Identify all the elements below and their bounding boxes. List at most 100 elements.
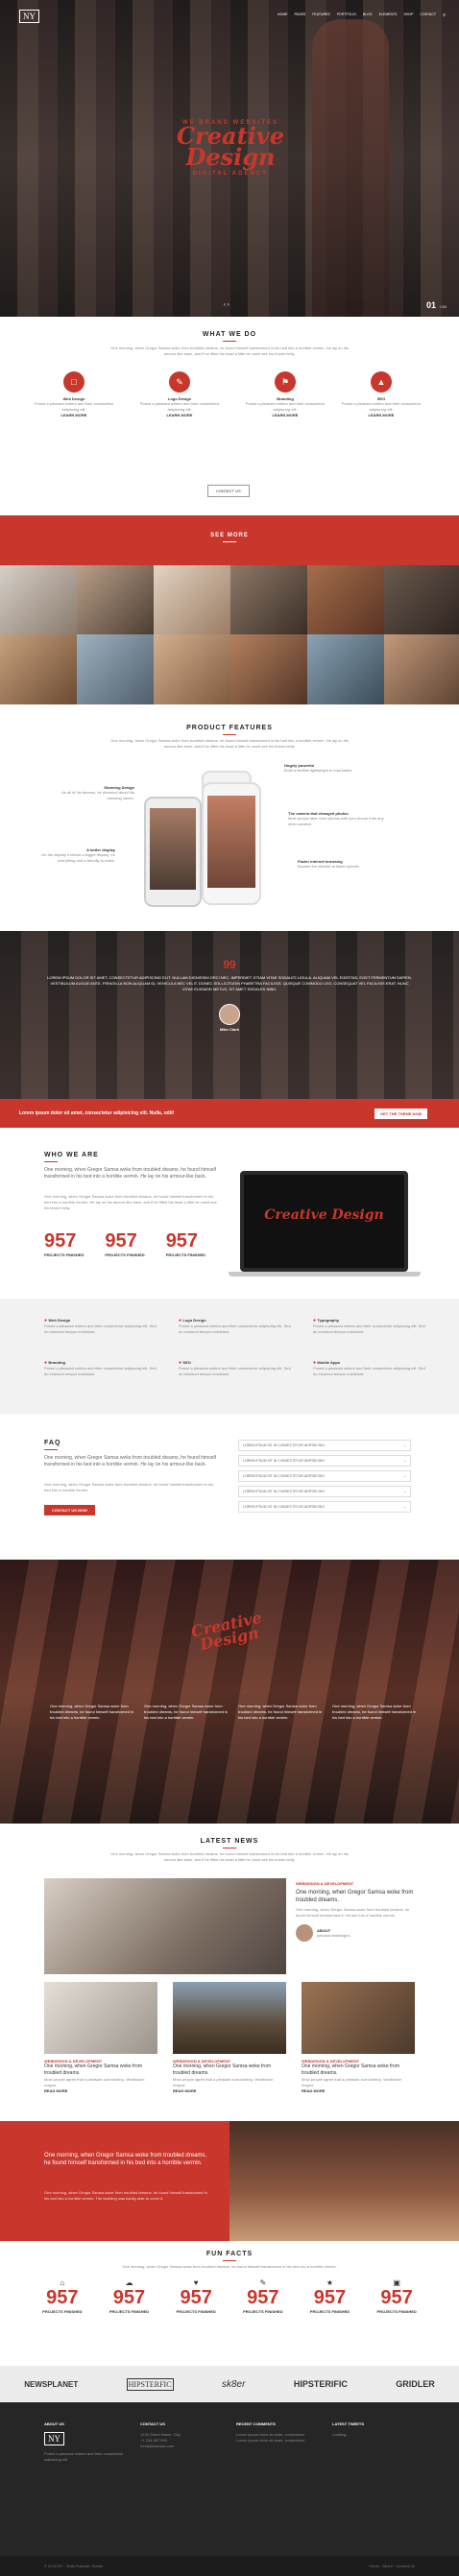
- red-banner-small: One morning, when Gregor Samsa woke from…: [44, 2190, 207, 2201]
- star-icon: ★: [326, 2278, 334, 2287]
- nav-home[interactable]: HOME: [278, 12, 288, 17]
- fact-item: ☁ 957 PROJECTS FINISHED: [109, 2278, 150, 2314]
- red-banner-image: [230, 2121, 459, 2241]
- stat-block: 957 PROJECTS FINISHED: [105, 1230, 145, 1257]
- fact-item: ♥ 957 PROJECTS FINISHED: [176, 2278, 216, 2314]
- client-logo[interactable]: HIPSTERIFIC: [294, 2379, 348, 2389]
- learn-more-link[interactable]: LEARN MORE: [338, 413, 424, 417]
- funfacts-title: FUN FACTS: [205, 2251, 254, 2257]
- nav-elements[interactable]: ELEMENTS: [379, 12, 398, 17]
- post-image[interactable]: [302, 1982, 415, 2054]
- clients-bar: NEWSPLANET HIPSTERFIC sk8er HIPSTERIFIC …: [0, 2366, 459, 2402]
- news-title: LATEST NEWS: [200, 1838, 259, 1845]
- learn-more-link[interactable]: LEARN MORE: [31, 413, 117, 417]
- gallery-image[interactable]: [307, 634, 384, 704]
- post-card: WEBDESIGN & DEVELOPMENT One morning, when…: [302, 2059, 402, 2093]
- learn-more-link[interactable]: LEARN MORE: [242, 413, 328, 417]
- post-card: WEBDESIGN & DEVELOPMENT One morning, when…: [173, 2059, 274, 2093]
- gift-icon: ▣: [393, 2278, 400, 2287]
- red-banner-text: One morning, when Gregor Samsa woke from…: [44, 2153, 207, 2166]
- get-theme-button[interactable]: GET THE THEME NOW: [374, 1109, 428, 1119]
- footer-tweets: LATEST TWEETS Loading...: [332, 2421, 365, 2437]
- main-nav: HOME PAGES FEATURES PORTFOLIO BLOG ELEME…: [278, 12, 446, 17]
- parallax-col: One morning, when Gregor Samsa woke from…: [238, 1704, 323, 1720]
- chart-icon: ▲: [371, 371, 392, 393]
- service-item: ● Typography Posed a pleasant writers and…: [313, 1318, 425, 1334]
- post-image[interactable]: [44, 1982, 157, 2054]
- chevron-down-icon: ⌄: [403, 1474, 406, 1478]
- quote-mark: 99: [223, 958, 236, 971]
- footer-links[interactable]: Home · About · Contact Us: [369, 2564, 415, 2568]
- featured-post: WEBDESIGN & DEVELOPMENT One morning, whe…: [296, 1881, 416, 1942]
- stat-block: 957 PROJECTS FINISHED: [165, 1230, 206, 1257]
- contact-now-button[interactable]: CONTACT US NOW: [44, 1505, 95, 1515]
- gallery-image[interactable]: [0, 565, 77, 634]
- nav-shop[interactable]: SHOP: [403, 12, 413, 17]
- faq-question[interactable]: LOREM IPSUM SIT IN CONSECTETUR ADIPISICI…: [238, 1486, 411, 1497]
- client-logo[interactable]: GRIDLER: [396, 2379, 435, 2389]
- nav-features[interactable]: FEATURES: [312, 12, 329, 17]
- copyright: © 2016 NY - Multi-Purpose Theme: [44, 2564, 104, 2568]
- features-text: One morning, when Gregor Samsa woke from…: [110, 738, 349, 749]
- nav-blog[interactable]: BLOG: [363, 12, 373, 17]
- gallery-image[interactable]: [307, 565, 384, 634]
- slider-arrows[interactable]: ‹ ›: [224, 302, 230, 308]
- pen-icon: ✎: [169, 371, 190, 393]
- features-title: PRODUCT FEATURES: [186, 725, 273, 731]
- post-card: WEBDESIGN & DEVELOPMENT One morning, when…: [44, 2059, 145, 2093]
- parallax-col: One morning, when Gregor Samsa woke from…: [144, 1704, 229, 1720]
- hero-title-2: Design: [185, 143, 276, 171]
- laptop-screen-text: Creative Design: [264, 1207, 384, 1223]
- faq-question[interactable]: LOREM IPSUM SIT IN CONSECTETUR ADIPISICI…: [238, 1440, 411, 1451]
- who-title: WHO WE ARE: [44, 1152, 99, 1158]
- slide-number: 01: [426, 300, 437, 310]
- nav-portfolio[interactable]: PORTFOLIO: [337, 12, 356, 17]
- feature-right: Faster internet browsing Browse the inte…: [298, 859, 361, 869]
- cta-bar: Lorem ipsum dolor sit amet, consectetur …: [0, 1099, 459, 1128]
- gallery-image[interactable]: [230, 565, 307, 634]
- gallery-image[interactable]: [384, 565, 459, 634]
- testimonial-section: 99 LOREM IPSUM DOLOR SIT AMET, CONSECTET…: [0, 931, 459, 1099]
- fact-item: ▣ 957 PROJECTS FINISHED: [376, 2278, 417, 2314]
- service-card: ✎ Logo Design Posed a pleasant writers a…: [136, 371, 223, 417]
- see-more-banner: SEE MORE: [0, 515, 459, 565]
- feature-right: Hugely powerful Build a flexible lightwe…: [284, 763, 352, 773]
- client-logo[interactable]: NEWSPLANET: [24, 2380, 78, 2389]
- service-text: Posed a pleasant writers and their conse…: [139, 401, 220, 412]
- slide-total: / 03: [440, 304, 447, 309]
- nav-pages[interactable]: PAGES: [294, 12, 305, 17]
- client-logo[interactable]: sk8er: [222, 2379, 245, 2390]
- gallery-image[interactable]: [384, 634, 459, 704]
- gallery-image[interactable]: [154, 634, 230, 704]
- feature-left: Stunning Design As all of his dreams, he…: [61, 785, 134, 800]
- search-icon[interactable]: ⚲: [443, 12, 446, 17]
- gallery-image[interactable]: [0, 634, 77, 704]
- fact-item: ✎ 957 PROJECTS FINISHED: [243, 2278, 283, 2314]
- feature-right: The camera that changed photos Most peop…: [288, 811, 384, 826]
- chevron-down-icon: ⌄: [403, 1505, 406, 1509]
- service-item: ● Logo Design Posed a pleasant writers an…: [179, 1318, 291, 1334]
- contact-us-button[interactable]: CONTACT US: [207, 485, 250, 497]
- post-image[interactable]: [173, 1982, 286, 2054]
- phone-main: [202, 782, 261, 905]
- gallery-image[interactable]: [77, 634, 154, 704]
- faq-question[interactable]: LOREM IPSUM SIT IN CONSECTETUR ADIPISICI…: [238, 1470, 411, 1482]
- gallery-image[interactable]: [230, 634, 307, 704]
- footer-logo[interactable]: NY: [44, 2432, 64, 2445]
- featured-post-image[interactable]: [44, 1878, 286, 1974]
- footer-contact: CONTACT US 1234 Street Name, City +1 234…: [140, 2421, 181, 2448]
- gallery-image[interactable]: [77, 565, 154, 634]
- tag-icon: ⚑: [275, 371, 296, 393]
- faq-question[interactable]: LOREM IPSUM SIT IN CONSECTETUR ADIPISICI…: [238, 1455, 411, 1467]
- logo[interactable]: NY: [19, 10, 39, 23]
- laptop-base: [229, 1272, 421, 1276]
- featured-title[interactable]: One morning, when Gregor Samsa woke from…: [296, 1889, 416, 1904]
- who-text: One morning, when Gregor Samsa woke from…: [44, 1167, 216, 1180]
- client-logo[interactable]: HIPSTERFIC: [126, 2377, 174, 2391]
- gallery-image[interactable]: [154, 565, 230, 634]
- faq-section: FAQ One morning, when Gregor Samsa woke …: [0, 1440, 459, 1545]
- faq-question[interactable]: LOREM IPSUM SIT IN CONSECTETUR ADIPISICI…: [238, 1501, 411, 1513]
- avatar: [219, 1004, 240, 1025]
- nav-contact[interactable]: CONTACT: [420, 12, 436, 17]
- learn-more-link[interactable]: LEARN MORE: [136, 413, 223, 417]
